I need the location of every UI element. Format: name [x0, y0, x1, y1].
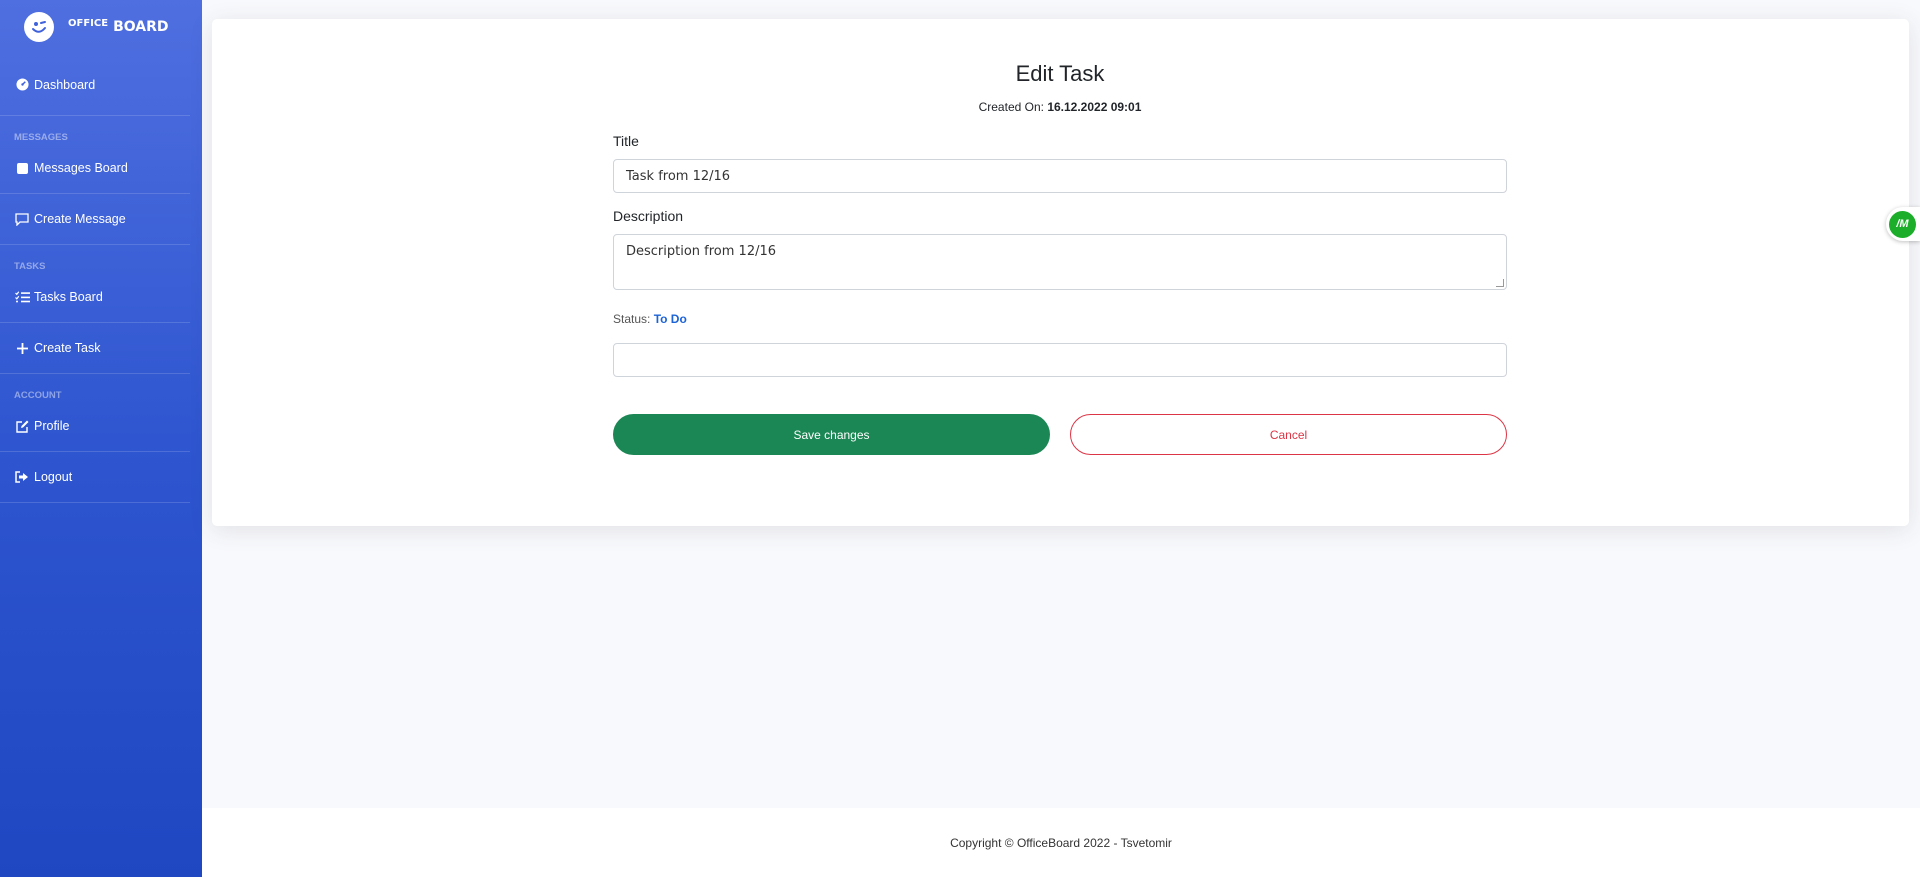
created-value: 16.12.2022 09:01	[1047, 100, 1142, 114]
edit-icon	[14, 420, 30, 433]
sidebar: OFFICE BOARD Dashboard MESSAGES Messages…	[0, 0, 202, 877]
edit-task-card: Edit Task Created On: 16.12.2022 09:01 T…	[212, 19, 1909, 526]
cancel-button[interactable]: Cancel	[1070, 414, 1507, 455]
status-line: Status: To Do	[613, 312, 1507, 326]
sidebar-heading-tasks: TASKS	[14, 261, 46, 272]
sidebar-item-create-task[interactable]: Create Task	[0, 323, 190, 374]
list-check-icon	[14, 291, 30, 303]
title-input[interactable]: Task from 12/16	[613, 159, 1507, 193]
status-value: To Do	[653, 312, 687, 326]
sidebar-item-label: Profile	[34, 419, 70, 433]
smiley-logo-icon	[24, 12, 54, 42]
created-on: Created On: 16.12.2022 09:01	[613, 100, 1507, 114]
created-label: Created On:	[978, 100, 1044, 114]
resize-handle[interactable]	[1496, 279, 1504, 287]
description-value: Description from 12/16	[626, 244, 777, 259]
sidebar-item-messages-board[interactable]: Messages Board	[0, 143, 190, 194]
sidebar-item-label: Logout	[34, 470, 73, 484]
brand[interactable]: OFFICE BOARD	[0, 0, 202, 54]
sign-out-icon	[14, 471, 30, 483]
page-title: Edit Task	[1015, 61, 1105, 86]
copyright-text: Copyright © OfficeBoard 2022 - Tsvetomir	[950, 835, 1172, 850]
brand-name: OFFICE BOARD	[68, 18, 169, 35]
edit-task-form: Edit Task Created On: 16.12.2022 09:01 T…	[613, 19, 1507, 455]
dashboard-gauge-icon	[14, 78, 30, 91]
sidebar-heading-account: ACCOUNT	[14, 390, 62, 401]
description-textarea[interactable]: Description from 12/16	[613, 234, 1507, 290]
sidebar-item-tasks-board[interactable]: Tasks Board	[0, 272, 190, 323]
brand-small: OFFICE	[68, 18, 109, 29]
description-label: Description	[613, 208, 684, 224]
sidebar-item-label: Create Task	[34, 341, 101, 355]
message-square-icon	[14, 162, 30, 174]
footer: Copyright © OfficeBoard 2022 - Tsvetomir	[202, 808, 1920, 877]
extension-floating-button[interactable]: /M	[1886, 207, 1920, 241]
title-label: Title	[613, 133, 639, 149]
sidebar-item-create-message[interactable]: Create Message	[0, 194, 190, 245]
sidebar-heading-messages: MESSAGES	[14, 132, 68, 143]
form-actions: Save changes Cancel	[613, 414, 1507, 455]
sidebar-item-label: Tasks Board	[34, 290, 103, 304]
brand-big: BOARD	[113, 19, 169, 35]
sidebar-item-label: Dashboard	[34, 77, 96, 92]
status-label: Status:	[613, 312, 651, 326]
sidebar-item-profile[interactable]: Profile	[0, 401, 190, 452]
sidebar-item-logout[interactable]: Logout	[0, 452, 190, 503]
comment-icon	[14, 212, 30, 226]
extension-logo-icon: /M	[1889, 210, 1916, 238]
save-changes-button[interactable]: Save changes	[613, 414, 1050, 455]
status-select[interactable]	[613, 343, 1507, 377]
plus-icon	[14, 342, 30, 354]
sidebar-item-label: Messages Board	[34, 161, 128, 175]
sidebar-item-label: Create Message	[34, 212, 126, 226]
sidebar-item-dashboard[interactable]: Dashboard	[0, 54, 190, 116]
